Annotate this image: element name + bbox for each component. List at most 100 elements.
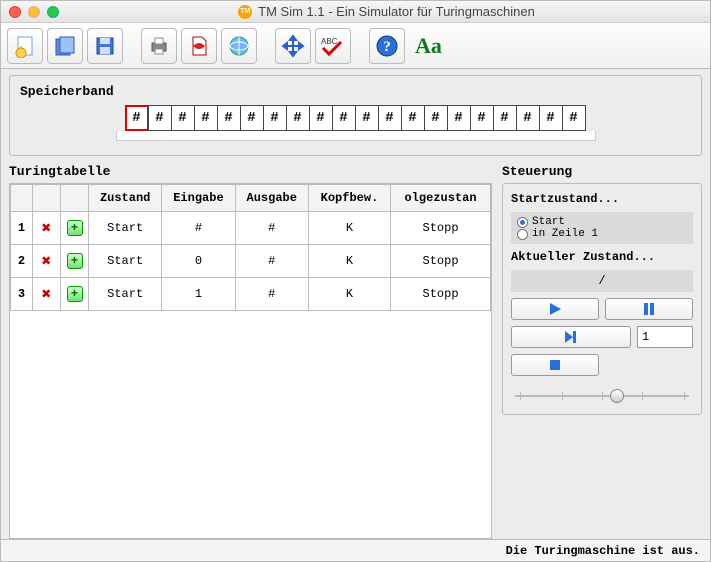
tape-cell[interactable]: # xyxy=(332,105,356,131)
tape-cell[interactable]: # xyxy=(148,105,172,131)
web-button[interactable] xyxy=(221,28,257,64)
tape-cell[interactable]: # xyxy=(493,105,517,131)
radio-icon xyxy=(517,229,528,240)
svg-text:ABC: ABC xyxy=(321,37,338,46)
tape-cell[interactable]: # xyxy=(470,105,494,131)
delete-row-button[interactable]: ✖ xyxy=(33,245,61,278)
speed-slider[interactable] xyxy=(511,386,693,406)
help-button[interactable]: ? xyxy=(369,28,405,64)
tape-cell[interactable]: # xyxy=(263,105,287,131)
new-button[interactable] xyxy=(7,28,43,64)
row-number: 3 xyxy=(11,278,33,311)
tape[interactable]: #################### xyxy=(20,105,691,131)
delete-icon: ✖ xyxy=(42,284,52,304)
column-header: Zustand xyxy=(89,185,162,212)
current-state-label: Aktueller Zustand... xyxy=(511,250,693,264)
column-header: Eingabe xyxy=(162,185,235,212)
zoom-icon[interactable] xyxy=(47,6,59,18)
radio-line1[interactable]: in Zeile 1 xyxy=(517,228,687,240)
cell-eingabe[interactable]: 0 xyxy=(162,245,235,278)
cell-eingabe[interactable]: 1 xyxy=(162,278,235,311)
tape-cell[interactable]: # xyxy=(355,105,379,131)
cell-kopfbew[interactable]: K xyxy=(308,278,390,311)
tape-cell[interactable]: # xyxy=(562,105,586,131)
step-button[interactable] xyxy=(511,326,631,348)
toolbar: ABC ? Aa xyxy=(1,23,710,69)
cell-kopfbew[interactable]: K xyxy=(308,245,390,278)
pause-button[interactable] xyxy=(605,298,693,320)
control-label: Steuerung xyxy=(502,164,702,179)
tape-cell[interactable]: # xyxy=(194,105,218,131)
tape-cell[interactable]: # xyxy=(539,105,563,131)
window-controls xyxy=(9,6,59,18)
close-icon[interactable] xyxy=(9,6,21,18)
table-row: 3 ✖ +Start1#KStopp xyxy=(11,278,491,311)
row-number: 2 xyxy=(11,245,33,278)
tape-panel: Speicherband #################### xyxy=(9,75,702,156)
play-button[interactable] xyxy=(511,298,599,320)
svg-text:?: ? xyxy=(383,39,391,55)
cell-kopfbew[interactable]: K xyxy=(308,212,390,245)
add-row-button[interactable]: + xyxy=(61,278,89,311)
control-panel: Startzustand... Start in Zeile 1 Aktuell… xyxy=(502,183,702,415)
radio-start[interactable]: Start xyxy=(517,216,687,228)
cell-eingabe[interactable]: # xyxy=(162,212,235,245)
slider-thumb-icon xyxy=(610,389,624,403)
table-row: 2✖ + Start0#KStopp xyxy=(11,245,491,278)
plus-icon: + xyxy=(67,220,83,236)
pdf-button[interactable] xyxy=(181,28,217,64)
status-bar: Die Turingmaschine ist aus. xyxy=(1,539,710,561)
tape-label: Speicherband xyxy=(20,84,691,99)
cell-ausgabe[interactable]: # xyxy=(235,212,308,245)
tape-cell[interactable]: # xyxy=(217,105,241,131)
move-button[interactable] xyxy=(275,28,311,64)
tape-cell[interactable]: # xyxy=(401,105,425,131)
column-header xyxy=(33,185,61,212)
window-title: TM Sim 1.1 - Ein Simulator für Turingmas… xyxy=(258,4,535,19)
tape-cell[interactable]: # xyxy=(516,105,540,131)
turing-table: ZustandEingabeAusgabeKopfbew.olgezustan … xyxy=(9,183,492,539)
status-text: Die Turingmaschine ist aus. xyxy=(506,544,700,558)
tape-cell[interactable]: # xyxy=(125,105,149,131)
column-header: Kopfbew. xyxy=(308,185,390,212)
titlebar: TM TM Sim 1.1 - Ein Simulator für Turing… xyxy=(1,1,710,23)
cell-ausgabe[interactable]: # xyxy=(235,278,308,311)
start-state-label: Startzustand... xyxy=(511,192,693,206)
save-button[interactable] xyxy=(87,28,123,64)
column-header: Ausgabe xyxy=(235,185,308,212)
step-count-value: 1 xyxy=(642,330,649,344)
column-header xyxy=(11,185,33,212)
tape-cell[interactable]: # xyxy=(240,105,264,131)
row-number: 1 xyxy=(11,212,33,245)
open-button[interactable] xyxy=(47,28,83,64)
delete-row-button[interactable]: ✖ xyxy=(33,278,61,311)
add-row-button[interactable]: + xyxy=(61,212,89,245)
delete-row-button[interactable]: ✖ xyxy=(33,212,61,245)
table-label: Turingtabelle xyxy=(9,164,492,179)
cell-zustand[interactable]: Start xyxy=(89,212,162,245)
spellcheck-button[interactable]: ABC xyxy=(315,28,351,64)
cell-folgezustand[interactable]: Stopp xyxy=(391,278,491,311)
cell-ausgabe[interactable]: # xyxy=(235,245,308,278)
start-state-group: Start in Zeile 1 xyxy=(511,212,693,244)
minimize-icon[interactable] xyxy=(28,6,40,18)
tape-cell[interactable]: # xyxy=(424,105,448,131)
tape-cell[interactable]: # xyxy=(309,105,333,131)
plus-icon: + xyxy=(67,253,83,269)
print-button[interactable] xyxy=(141,28,177,64)
stop-button[interactable] xyxy=(511,354,599,376)
step-count-input[interactable]: 1 xyxy=(637,326,693,348)
tape-cell[interactable]: # xyxy=(378,105,402,131)
font-button[interactable]: Aa xyxy=(415,33,442,59)
column-header xyxy=(61,185,89,212)
column-header: olgezustan xyxy=(391,185,491,212)
cell-folgezustand[interactable]: Stopp xyxy=(391,212,491,245)
cell-folgezustand[interactable]: Stopp xyxy=(391,245,491,278)
tape-cell[interactable]: # xyxy=(171,105,195,131)
tape-cell[interactable]: # xyxy=(286,105,310,131)
tape-cell[interactable]: # xyxy=(447,105,471,131)
cell-zustand[interactable]: Start xyxy=(89,278,162,311)
cell-zustand[interactable]: Start xyxy=(89,245,162,278)
add-row-button[interactable]: + xyxy=(61,245,89,278)
radio-start-label: Start xyxy=(532,216,565,228)
